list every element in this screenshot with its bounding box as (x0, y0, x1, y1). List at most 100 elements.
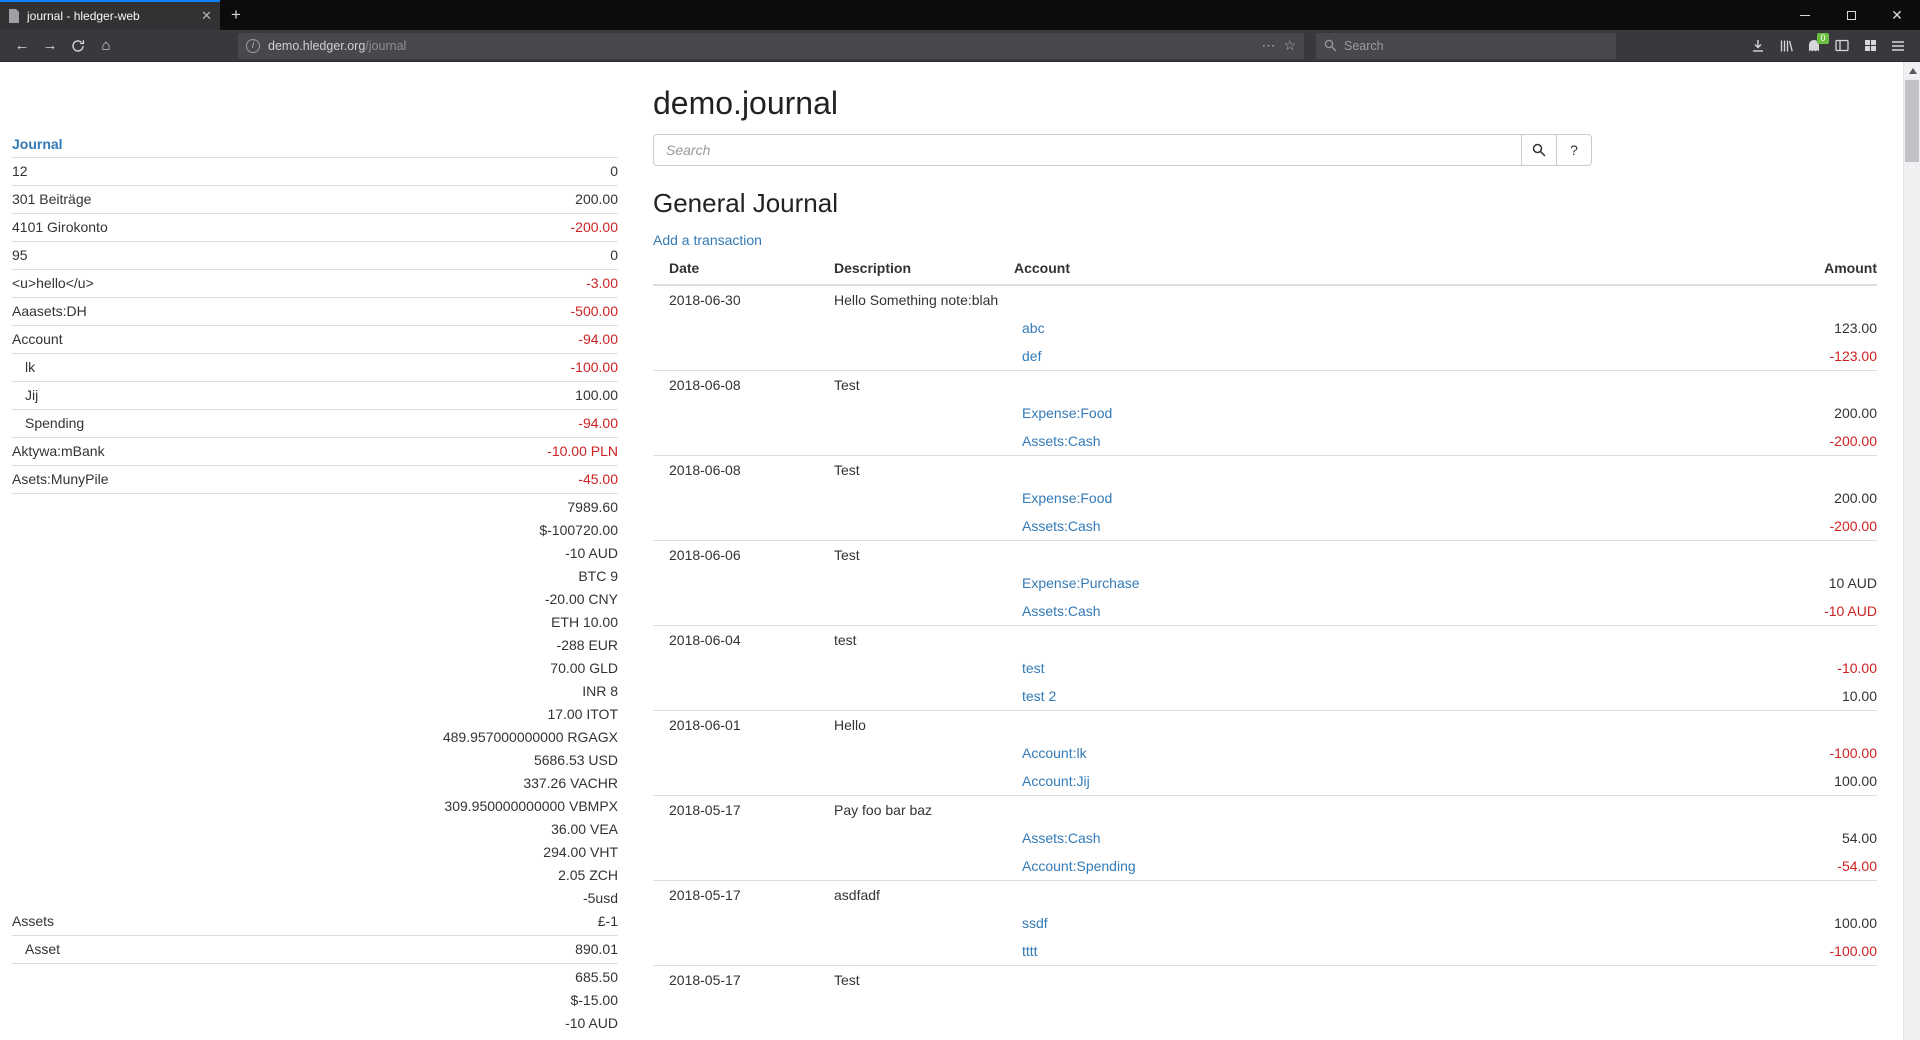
posting-account-link[interactable]: Assets:Cash (1022, 830, 1101, 846)
posting-account-link[interactable]: Assets:Cash (1022, 518, 1101, 534)
transaction-date: 2018-05-17 (669, 802, 834, 818)
ghostery-extension-button[interactable]: 0 (1800, 33, 1828, 59)
sidebar-account-link[interactable]: Asets:MunyPile (12, 468, 578, 491)
page-actions-icon[interactable]: ⋯ (1261, 37, 1275, 54)
journal-table: Date Description Account Amount 2018-06-… (653, 254, 1877, 994)
sidebar: Journal 120301 Beiträge200.004101 Giroko… (12, 132, 618, 1040)
grid-button[interactable] (1856, 33, 1884, 59)
sidebar-journal-link[interactable]: Journal (12, 132, 618, 157)
tab-close-icon[interactable]: ✕ (201, 8, 212, 24)
sidebar-account-link[interactable]: Cash (12, 1035, 545, 1040)
search-icon (1532, 143, 1546, 157)
posting-amount: 100.00 (1657, 915, 1877, 931)
library-button[interactable] (1772, 33, 1800, 59)
site-info-icon[interactable]: i (246, 39, 260, 53)
sidebar-account-link[interactable]: lk (12, 356, 571, 379)
back-button[interactable]: ← (8, 33, 36, 59)
transaction-description: Test (834, 972, 1014, 988)
journal-search-input[interactable] (653, 134, 1522, 166)
balance-amount: 685.50 (545, 966, 618, 989)
url-bar[interactable]: i demo.hledger.org/journal ⋯ ☆ (238, 33, 1304, 59)
transaction-date: 2018-05-17 (669, 972, 834, 988)
sidebar-account-link[interactable]: Assets (12, 910, 443, 933)
balance-amount: -3.00 (586, 272, 618, 295)
search-help-button[interactable]: ? (1556, 134, 1592, 166)
sidebar-account-link[interactable]: <u>hello</u> (12, 272, 586, 295)
scroll-up-arrow[interactable] (1909, 68, 1917, 74)
posting-account-cell: Assets:Cash (1014, 433, 1657, 449)
minimize-button[interactable] (1782, 0, 1828, 30)
forward-button[interactable]: → (36, 33, 64, 59)
posting-account-link[interactable]: test 2 (1022, 688, 1056, 704)
journal-search-form: ? (653, 134, 1877, 166)
posting-account-link[interactable]: Expense:Food (1022, 490, 1112, 506)
main-content: demo.journal ? General Journal Add a tra… (653, 86, 1877, 994)
balance-amount: -20.00 CNY (443, 588, 618, 611)
posting-amount: 10.00 (1657, 688, 1877, 704)
restore-button[interactable] (1828, 0, 1874, 30)
sidebar-account-link[interactable]: 301 Beiträge (12, 188, 575, 211)
sidebar-account-row: <u>hello</u>-3.00 (12, 269, 618, 297)
posting-account-cell: ssdf (1014, 915, 1657, 931)
posting-account-cell: test 2 (1014, 688, 1657, 704)
close-window-button[interactable]: ✕ (1874, 0, 1920, 30)
posting-row: tttt-100.00 (653, 937, 1877, 965)
balance-amount: -94.00 (578, 412, 618, 435)
page-scrollbar[interactable] (1903, 62, 1920, 1040)
bookmark-star-icon[interactable]: ☆ (1283, 37, 1296, 54)
journal-search-button[interactable] (1521, 134, 1557, 166)
transaction-description: Pay foo bar baz (834, 802, 1014, 818)
url-path: /journal (365, 39, 406, 53)
posting-account-link[interactable]: Assets:Cash (1022, 433, 1101, 449)
sidebar-account-balance: 890.01 (575, 938, 618, 961)
posting-amount: 54.00 (1657, 830, 1877, 846)
posting-row: Account:Spending -54.00 (653, 852, 1877, 880)
posting-account-link[interactable]: Account:lk (1022, 745, 1087, 761)
posting-account-link[interactable]: Assets:Cash (1022, 603, 1101, 619)
posting-account-link[interactable]: ssdf (1022, 915, 1048, 931)
sidebar-account-link[interactable]: Account (12, 328, 578, 351)
scrollbar-thumb[interactable] (1905, 80, 1919, 162)
posting-amount: -123.00 (1657, 348, 1877, 364)
sidebar-account-balance: 7989.60$-100720.00-10 AUDBTC 9-20.00 CNY… (443, 496, 618, 933)
posting-account-link[interactable]: abc (1022, 320, 1045, 336)
posting-account-cell: Expense:Food (1014, 405, 1657, 421)
browser-search-field[interactable]: Search (1316, 33, 1616, 59)
posting-account-link[interactable]: Account:Spending (1022, 858, 1136, 874)
posting-account-link[interactable]: tttt (1022, 943, 1038, 959)
posting-account-link[interactable]: Expense:Food (1022, 405, 1112, 421)
sidebar-account-link[interactable]: Spending (12, 412, 578, 435)
column-date: Date (669, 260, 834, 276)
posting-account-cell: Account:Spending (1014, 858, 1657, 874)
browser-tab[interactable]: journal - hledger-web ✕ (0, 0, 220, 30)
add-transaction-link[interactable]: Add a transaction (653, 232, 762, 248)
balance-amount: -10 AUD (443, 542, 618, 565)
posting-row: Assets:Cash 54.00 (653, 824, 1877, 852)
transaction-date: 2018-06-30 (669, 292, 834, 308)
sidebar-account-link[interactable]: Jij (12, 384, 575, 407)
posting-account-cell: abc (1014, 320, 1657, 336)
posting-account-link[interactable]: Expense:Purchase (1022, 575, 1140, 591)
download-button[interactable] (1744, 33, 1772, 59)
posting-account-link[interactable]: test (1022, 660, 1045, 676)
posting-account-link[interactable]: def (1022, 348, 1041, 364)
sidebar-account-link[interactable]: Aaasets:DH (12, 300, 571, 323)
balance-amount: -94.00 (578, 328, 618, 351)
sidebar-account-link[interactable]: 12 (12, 160, 610, 183)
posting-amount: -54.00 (1657, 858, 1877, 874)
menu-button[interactable] (1884, 33, 1912, 59)
sidebar-toggle-button[interactable] (1828, 33, 1856, 59)
new-tab-button[interactable]: + (220, 0, 252, 30)
posting-account-link[interactable]: Account:Jij (1022, 773, 1090, 789)
sidebar-account-row: Asets:MunyPile-45.00 (12, 465, 618, 493)
balance-amount: 0 (610, 244, 618, 267)
sidebar-account-link[interactable]: Asset (12, 938, 575, 961)
sidebar-account-link[interactable]: 4101 Girokonto (12, 216, 571, 239)
home-button[interactable]: ⌂ (92, 33, 120, 59)
tab-bar: journal - hledger-web ✕ + ✕ (0, 0, 1920, 30)
sidebar-account-link[interactable]: Aktywa:mBank (12, 440, 547, 463)
posting-amount: 200.00 (1657, 405, 1877, 421)
balance-amount: 100.00 (575, 384, 618, 407)
sidebar-account-link[interactable]: 95 (12, 244, 610, 267)
reload-button[interactable] (64, 33, 92, 59)
